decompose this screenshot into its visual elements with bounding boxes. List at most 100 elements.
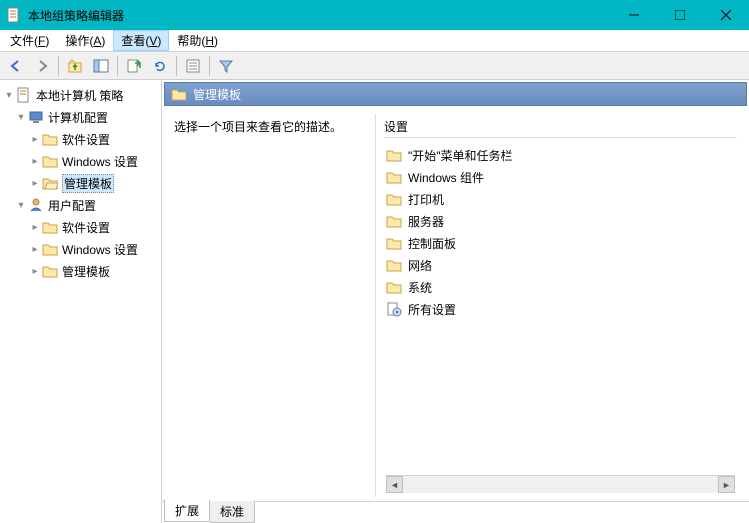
- titlebar: 本地组策略编辑器: [0, 0, 749, 30]
- list-item-label: 所有设置: [408, 301, 456, 318]
- toolbar-separator: [209, 56, 210, 76]
- app-icon: [6, 7, 22, 23]
- folder-open-icon: [42, 175, 58, 191]
- expand-icon[interactable]: ▸: [28, 244, 42, 255]
- expand-icon[interactable]: ▸: [28, 266, 42, 277]
- tree-cc-windows[interactable]: ▸ Windows 设置: [0, 150, 161, 172]
- settings-heading[interactable]: 设置: [384, 118, 737, 138]
- settings-icon: [386, 301, 402, 317]
- menu-view[interactable]: 查看(V): [113, 30, 169, 51]
- filter-button[interactable]: [214, 54, 238, 78]
- tab-standard[interactable]: 标准: [210, 501, 255, 523]
- folder-icon: [42, 131, 58, 147]
- minimize-button[interactable]: [611, 0, 657, 30]
- list-item[interactable]: "开始"菜单和任务栏: [384, 144, 737, 166]
- list-item[interactable]: 所有设置: [384, 298, 737, 320]
- menubar: 文件(F) 操作(A) 查看(V) 帮助(H): [0, 30, 749, 52]
- toolbar: [0, 52, 749, 80]
- tree-computer-config[interactable]: ▾ 计算机配置: [0, 106, 161, 128]
- expand-icon[interactable]: ▸: [28, 222, 42, 233]
- horizontal-scrollbar[interactable]: ◄ ►: [386, 475, 735, 493]
- folder-icon: [386, 279, 402, 295]
- toolbar-separator: [176, 56, 177, 76]
- list-item-label: Windows 组件: [408, 169, 484, 186]
- folder-icon: [386, 213, 402, 229]
- expand-icon[interactable]: ▸: [28, 178, 42, 189]
- back-button[interactable]: [4, 54, 28, 78]
- tree-root[interactable]: ▾ 本地计算机 策略: [0, 84, 161, 106]
- settings-list[interactable]: "开始"菜单和任务栏 Windows 组件 打印机 服务器 控制面板 网络 系统…: [384, 144, 737, 475]
- toolbar-separator: [58, 56, 59, 76]
- view-tabs: 扩展 标准: [162, 501, 749, 523]
- toolbar-separator: [117, 56, 118, 76]
- tree-label: Windows 设置: [62, 153, 138, 170]
- content-header: 管理模板: [164, 82, 747, 106]
- list-item-label: "开始"菜单和任务栏: [408, 147, 513, 164]
- refresh-button[interactable]: [148, 54, 172, 78]
- list-item-label: 系统: [408, 279, 432, 296]
- tree-label: 软件设置: [62, 131, 110, 148]
- tree-label: 管理模板: [62, 263, 110, 280]
- tree-uc-software[interactable]: ▸ 软件设置: [0, 216, 161, 238]
- computer-icon: [28, 109, 44, 125]
- tab-extended[interactable]: 扩展: [164, 499, 210, 522]
- folder-icon: [386, 191, 402, 207]
- menu-help[interactable]: 帮助(H): [169, 30, 226, 51]
- tree-label: 本地计算机 策略: [36, 87, 123, 104]
- menu-file[interactable]: 文件(F): [2, 30, 57, 51]
- show-hide-tree-button[interactable]: [89, 54, 113, 78]
- tree-cc-software[interactable]: ▸ 软件设置: [0, 128, 161, 150]
- scroll-left-button[interactable]: ◄: [386, 476, 403, 493]
- list-item[interactable]: 系统: [384, 276, 737, 298]
- list-item[interactable]: 服务器: [384, 210, 737, 232]
- policy-icon: [16, 87, 32, 103]
- list-item[interactable]: 打印机: [384, 188, 737, 210]
- list-item-label: 控制面板: [408, 235, 456, 252]
- list-item[interactable]: 网络: [384, 254, 737, 276]
- tree-label: 用户配置: [48, 197, 96, 214]
- tree-label: 计算机配置: [48, 109, 108, 126]
- content-body: 选择一个项目来查看它的描述。 设置 "开始"菜单和任务栏 Windows 组件 …: [162, 106, 749, 501]
- scroll-track[interactable]: [403, 476, 718, 493]
- tree-uc-windows[interactable]: ▸ Windows 设置: [0, 238, 161, 260]
- list-item[interactable]: Windows 组件: [384, 166, 737, 188]
- tree-uc-templates[interactable]: ▸ 管理模板: [0, 260, 161, 282]
- tree-cc-templates[interactable]: ▸ 管理模板: [0, 172, 161, 194]
- forward-button[interactable]: [30, 54, 54, 78]
- list-item[interactable]: 控制面板: [384, 232, 737, 254]
- folder-icon: [42, 241, 58, 257]
- folder-icon: [386, 235, 402, 251]
- up-button[interactable]: [63, 54, 87, 78]
- collapse-icon[interactable]: ▾: [14, 200, 28, 211]
- tree-label: Windows 设置: [62, 241, 138, 258]
- folder-icon: [42, 263, 58, 279]
- tree-user-config[interactable]: ▾ 用户配置: [0, 194, 161, 216]
- user-icon: [28, 197, 44, 213]
- expand-icon[interactable]: ▸: [28, 156, 42, 167]
- collapse-icon[interactable]: ▾: [2, 90, 16, 101]
- folder-icon: [386, 257, 402, 273]
- tree-label: 软件设置: [62, 219, 110, 236]
- tree-label: 管理模板: [62, 174, 114, 193]
- description-text: 选择一个项目来查看它的描述。: [174, 118, 367, 135]
- window-title: 本地组策略编辑器: [28, 7, 611, 24]
- description-column: 选择一个项目来查看它的描述。: [166, 114, 376, 497]
- list-item-label: 服务器: [408, 213, 444, 230]
- list-item-label: 打印机: [408, 191, 444, 208]
- list-column: 设置 "开始"菜单和任务栏 Windows 组件 打印机 服务器 控制面板 网络…: [376, 114, 745, 497]
- content-pane: 管理模板 选择一个项目来查看它的描述。 设置 "开始"菜单和任务栏 Window…: [162, 80, 749, 523]
- collapse-icon[interactable]: ▾: [14, 112, 28, 123]
- close-button[interactable]: [703, 0, 749, 30]
- folder-icon: [386, 147, 402, 163]
- main-area: ▾ 本地计算机 策略 ▾ 计算机配置 ▸ 软件设置 ▸ Windows 设置 ▸…: [0, 80, 749, 523]
- export-button[interactable]: [122, 54, 146, 78]
- menu-action[interactable]: 操作(A): [57, 30, 113, 51]
- tree-pane[interactable]: ▾ 本地计算机 策略 ▾ 计算机配置 ▸ 软件设置 ▸ Windows 设置 ▸…: [0, 80, 162, 523]
- content-title: 管理模板: [193, 86, 241, 103]
- properties-button[interactable]: [181, 54, 205, 78]
- scroll-right-button[interactable]: ►: [718, 476, 735, 493]
- expand-icon[interactable]: ▸: [28, 134, 42, 145]
- folder-icon: [171, 86, 187, 102]
- maximize-button[interactable]: [657, 0, 703, 30]
- list-item-label: 网络: [408, 257, 432, 274]
